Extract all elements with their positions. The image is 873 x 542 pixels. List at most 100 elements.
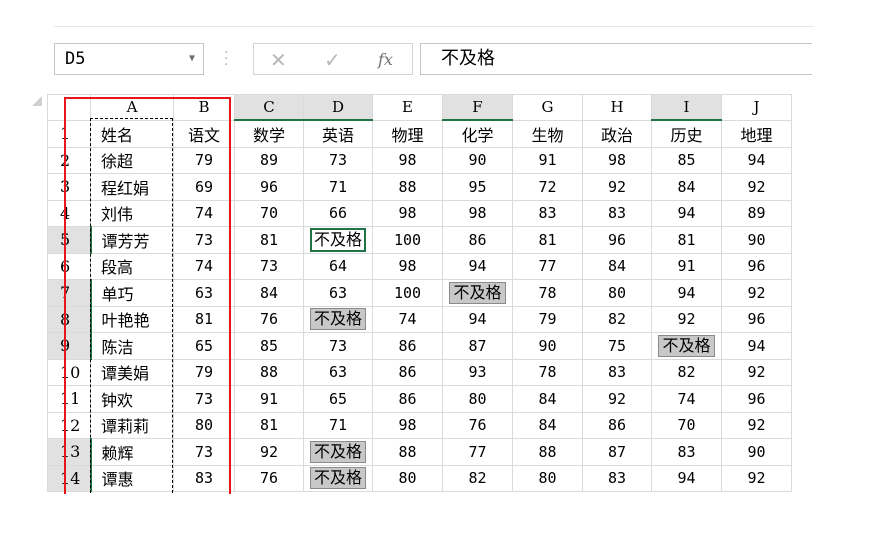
score-cell[interactable]: 98 [372, 252, 443, 280]
score-cell[interactable]: 82 [651, 358, 722, 386]
score-cell[interactable]: 92 [234, 438, 304, 466]
score-cell[interactable]: 63 [303, 279, 373, 307]
score-cell[interactable]: 92 [582, 173, 652, 201]
score-cell[interactable]: 94 [721, 332, 792, 360]
name-cell[interactable]: 叶艳艳 [90, 305, 174, 333]
score-cell[interactable]: 71 [303, 411, 373, 439]
score-cell[interactable]: 76 [234, 464, 304, 492]
score-cell[interactable]: 91 [651, 252, 722, 280]
score-cell[interactable]: 93 [442, 358, 513, 386]
score-cell[interactable]: 65 [173, 332, 235, 360]
name-cell[interactable]: 徐超 [90, 146, 174, 174]
header-cell[interactable]: 生物 [512, 119, 583, 148]
name-cell[interactable]: 单巧 [90, 279, 174, 307]
header-cell[interactable]: 物理 [372, 119, 443, 148]
header-cell[interactable]: 英语 [303, 119, 373, 148]
column-header-i[interactable]: I [651, 94, 722, 121]
name-cell[interactable]: 谭芳芳 [90, 226, 174, 254]
score-cell[interactable]: 100 [372, 226, 443, 254]
score-cell[interactable]: 92 [721, 173, 792, 201]
score-cell[interactable]: 84 [234, 279, 304, 307]
score-cell[interactable]: 92 [651, 305, 722, 333]
score-cell[interactable]: 86 [372, 358, 443, 386]
row-header[interactable]: 5 [47, 226, 92, 254]
column-header-g[interactable]: G [512, 94, 583, 121]
score-cell[interactable]: 82 [582, 305, 652, 333]
fail-cell[interactable]: 不及格 [303, 305, 373, 333]
fail-cell[interactable]: 不及格 [303, 464, 373, 492]
score-cell[interactable]: 89 [234, 146, 304, 174]
name-cell[interactable]: 谭莉莉 [90, 411, 174, 439]
score-cell[interactable]: 83 [512, 199, 583, 227]
fail-cell[interactable]: 不及格 [442, 279, 513, 307]
select-all-button[interactable] [47, 94, 91, 121]
header-cell[interactable]: 政治 [582, 119, 652, 148]
score-cell[interactable]: 85 [234, 332, 304, 360]
row-header[interactable]: 7 [47, 279, 92, 307]
score-cell[interactable]: 81 [234, 226, 304, 254]
header-cell[interactable]: 姓名 [90, 119, 174, 148]
score-cell[interactable]: 64 [303, 252, 373, 280]
row-header[interactable]: 10 [47, 358, 91, 386]
header-cell[interactable]: 语文 [173, 119, 235, 148]
score-cell[interactable]: 71 [303, 173, 373, 201]
score-cell[interactable]: 90 [721, 226, 792, 254]
name-cell[interactable]: 刘伟 [90, 199, 174, 227]
score-cell[interactable]: 69 [173, 173, 235, 201]
column-header-j[interactable]: J [721, 94, 792, 121]
score-cell[interactable]: 85 [651, 146, 722, 174]
name-box[interactable]: D5 ▼ [54, 43, 204, 75]
score-cell[interactable]: 84 [651, 173, 722, 201]
score-cell[interactable]: 89 [721, 199, 792, 227]
row-header[interactable]: 11 [47, 385, 91, 413]
header-cell[interactable]: 数学 [234, 119, 304, 148]
score-cell[interactable]: 86 [372, 385, 443, 413]
score-cell[interactable]: 92 [582, 385, 652, 413]
drag-handle-icon[interactable]: · · · [224, 46, 228, 72]
score-cell[interactable]: 73 [173, 385, 235, 413]
row-header[interactable]: 14 [47, 464, 92, 492]
score-cell[interactable]: 77 [512, 252, 583, 280]
score-cell[interactable]: 75 [582, 332, 652, 360]
score-cell[interactable]: 73 [303, 146, 373, 174]
name-cell[interactable]: 谭惠 [90, 464, 174, 492]
score-cell[interactable]: 92 [721, 279, 792, 307]
fail-cell[interactable]: 不及格 [303, 438, 373, 466]
score-cell[interactable]: 91 [512, 146, 583, 174]
score-cell[interactable]: 98 [372, 146, 443, 174]
score-cell[interactable]: 90 [512, 332, 583, 360]
row-header[interactable]: 6 [47, 252, 91, 280]
score-cell[interactable]: 74 [651, 385, 722, 413]
score-cell[interactable]: 73 [173, 226, 235, 254]
score-cell[interactable]: 96 [721, 252, 792, 280]
score-cell[interactable]: 74 [173, 199, 235, 227]
row-header[interactable]: 4 [47, 199, 91, 227]
fail-cell[interactable]: 不及格 [651, 332, 722, 360]
score-cell[interactable]: 77 [442, 438, 513, 466]
score-cell[interactable]: 95 [442, 173, 513, 201]
score-cell[interactable]: 88 [372, 173, 443, 201]
header-cell[interactable]: 历史 [651, 119, 722, 148]
score-cell[interactable]: 70 [234, 199, 304, 227]
score-cell[interactable]: 63 [303, 358, 373, 386]
name-cell[interactable]: 程红娟 [90, 173, 174, 201]
score-cell[interactable]: 90 [721, 438, 792, 466]
score-cell[interactable]: 82 [442, 464, 513, 492]
row-header[interactable]: 3 [47, 173, 91, 201]
score-cell[interactable]: 92 [721, 464, 792, 492]
score-cell[interactable]: 73 [173, 438, 235, 466]
name-cell[interactable]: 谭美娟 [90, 358, 174, 386]
formula-input[interactable]: 不及格 [420, 43, 812, 75]
score-cell[interactable]: 87 [442, 332, 513, 360]
score-cell[interactable]: 63 [173, 279, 235, 307]
row-header[interactable]: 2 [47, 146, 91, 174]
score-cell[interactable]: 73 [303, 332, 373, 360]
score-cell[interactable]: 98 [372, 411, 443, 439]
score-cell[interactable]: 94 [651, 464, 722, 492]
score-cell[interactable]: 74 [173, 252, 235, 280]
score-cell[interactable]: 88 [372, 438, 443, 466]
score-cell[interactable]: 96 [234, 173, 304, 201]
score-cell[interactable]: 72 [512, 173, 583, 201]
active-cell[interactable]: 不及格 [303, 226, 373, 254]
score-cell[interactable]: 90 [442, 146, 513, 174]
